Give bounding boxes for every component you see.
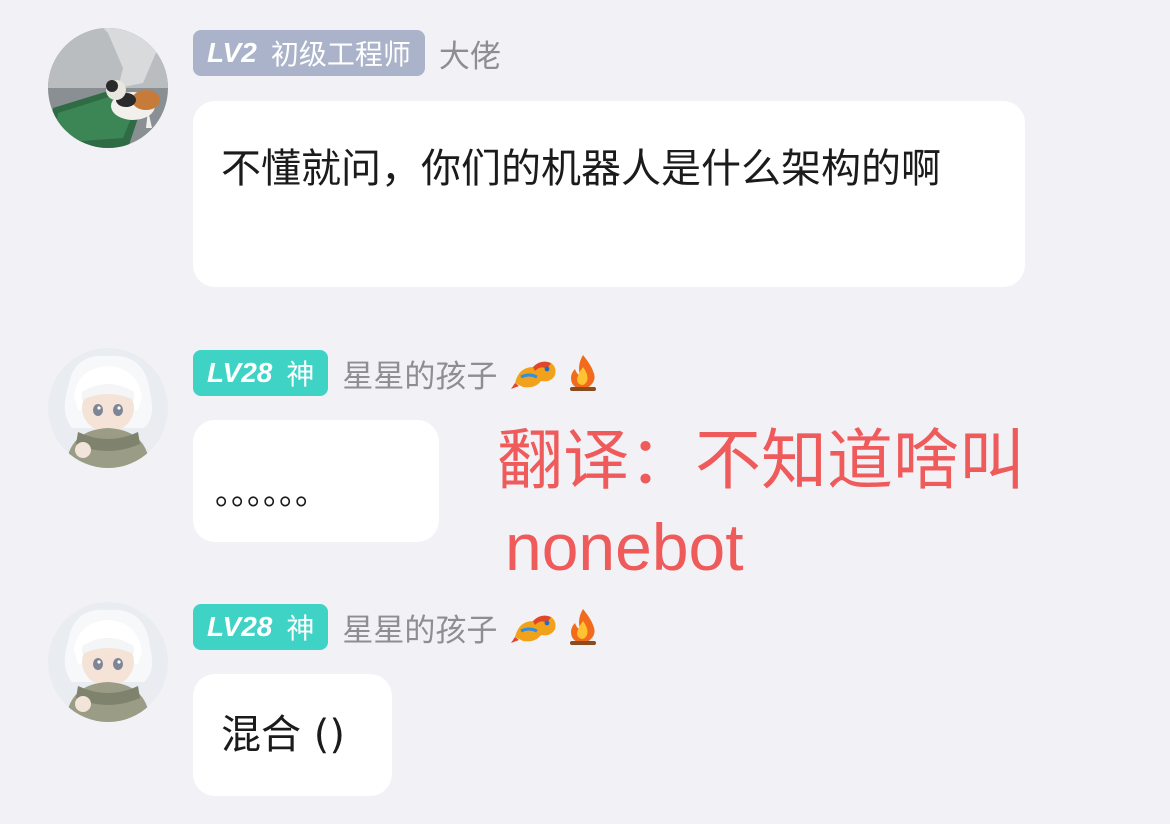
fire-icon xyxy=(570,609,597,645)
translation-annotation: 翻译：不知道啥叫 nonebot xyxy=(497,418,1137,590)
message-header: LV2 初级工程师 大佬 xyxy=(193,29,501,77)
sender-nickname[interactable]: 星星的孩子 xyxy=(342,605,497,650)
message-text: 。。。。。。 xyxy=(215,474,328,512)
level-text: LV28 xyxy=(207,357,273,388)
message-bubble[interactable]: 混合 () xyxy=(193,674,392,796)
level-badge: LV28 神 xyxy=(193,350,329,396)
level-text: LV28 xyxy=(207,611,273,642)
level-title: 初级工程师 xyxy=(270,38,411,71)
anime-boy-avatar[interactable] xyxy=(48,348,168,468)
anime-boy-avatar[interactable] xyxy=(48,602,168,722)
level-badge: LV28 神 xyxy=(193,604,329,650)
dragon-icon xyxy=(511,361,556,389)
level-badge: LV2 初级工程师 xyxy=(193,30,425,76)
annotation-line-2: nonebot xyxy=(505,510,744,584)
emoji-group xyxy=(511,607,601,647)
level-title: 神 xyxy=(286,358,315,391)
message-header: LV28 神 星星的孩子 xyxy=(193,603,601,651)
level-text: LV2 xyxy=(207,37,257,68)
message-bubble[interactable]: 。。。。。。 xyxy=(193,420,439,542)
emoji-group xyxy=(511,353,601,393)
fire-icon xyxy=(570,355,597,391)
annotation-line-1: 翻译：不知道啥叫 xyxy=(497,422,1025,499)
message-bubble[interactable]: 不懂就问，你们的机器人是什么架构的啊 xyxy=(193,101,1025,287)
message-text: 混合 () xyxy=(221,712,345,758)
dragon-icon xyxy=(511,615,556,643)
message-text: 不懂就问，你们的机器人是什么架构的啊 xyxy=(221,146,941,192)
sender-nickname[interactable]: 星星的孩子 xyxy=(342,351,497,396)
cat-avatar[interactable] xyxy=(48,28,168,148)
sender-nickname[interactable]: 大佬 xyxy=(439,31,501,76)
message-header: LV28 神 星星的孩子 xyxy=(193,349,601,397)
level-title: 神 xyxy=(286,612,315,645)
